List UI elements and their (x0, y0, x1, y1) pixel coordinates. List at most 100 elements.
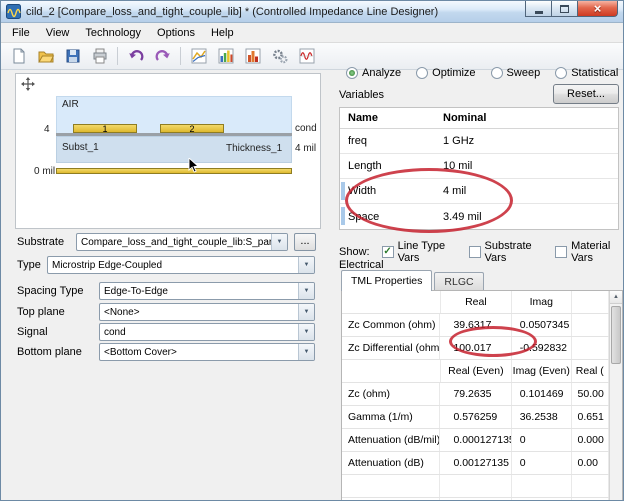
menu-options[interactable]: Options (149, 24, 203, 42)
checkbox-label: Substrate Vars (485, 240, 544, 264)
property-imag: 0.0507345 (512, 314, 572, 336)
save-icon[interactable] (60, 44, 85, 68)
analysis-mode-group: Analyze Optimize Sweep Statistical (346, 67, 618, 79)
vertical-scrollbar[interactable] (609, 291, 622, 501)
trace-1[interactable]: 1 (73, 124, 137, 133)
variables-table: Name Nominal freq 1 GHz Length 10 mil Wi… (339, 107, 619, 230)
substrate-name-label: Subst_1 (62, 142, 99, 153)
bottom-plane-label: Bottom plane (17, 346, 99, 358)
bottom-plane-select[interactable]: <Bottom Cover> (99, 343, 315, 361)
type-value: Microstrip Edge-Coupled (48, 260, 298, 271)
menu-help[interactable]: Help (203, 24, 242, 42)
chevron-down-icon (298, 257, 314, 273)
row-attenuation-db: Attenuation (dB) 0.00127135 0 0.00 (342, 452, 609, 475)
checkbox-label: Line Type Vars (398, 240, 457, 264)
property-imag: -0.592832 (512, 337, 572, 359)
variable-name: Space (340, 211, 435, 223)
scrollbar-thumb[interactable] (611, 306, 621, 364)
variable-nominal[interactable]: 1 GHz (435, 135, 618, 147)
electrical-tabs: TML Properties RLGC (341, 270, 486, 291)
toolbar-separator (117, 47, 118, 65)
spacing-type-select[interactable]: Edge-To-Edge (99, 282, 315, 300)
move-cursor-icon (21, 77, 35, 91)
settings-gears-icon[interactable] (267, 44, 292, 68)
tml-properties-table: Real Imag Zc Common (ohm) 39.6317 0.0507… (342, 291, 609, 501)
top-plane-value: <None> (100, 307, 298, 318)
maximize-button[interactable] (551, 1, 578, 17)
property-imag: 36.2538 (512, 406, 572, 428)
print-icon[interactable] (87, 44, 112, 68)
checkbox-line-type-vars[interactable]: Line Type Vars (382, 240, 457, 264)
property-extra (572, 314, 609, 336)
cross-section-canvas[interactable]: AIR 1 2 cond 4 Subst_1 Thickness_1 4 mil… (15, 73, 321, 229)
minimize-button[interactable] (525, 1, 552, 17)
bar-chart-icon[interactable] (213, 44, 238, 68)
variable-row-freq[interactable]: freq 1 GHz (340, 129, 618, 154)
bottom-cover[interactable] (56, 168, 292, 174)
minimize-icon (535, 11, 543, 14)
tab-tml-properties[interactable]: TML Properties (341, 270, 432, 291)
variable-nominal[interactable]: 10 mil (435, 160, 618, 172)
menu-view[interactable]: View (38, 24, 78, 42)
menu-technology[interactable]: Technology (77, 24, 149, 42)
histogram-icon[interactable] (240, 44, 265, 68)
bottom-plane-row: Bottom plane <Bottom Cover> (17, 343, 315, 361)
top-plane-select[interactable]: <None> (99, 303, 315, 321)
variable-nominal[interactable]: 3.49 mil (435, 211, 618, 223)
radio-optimize[interactable]: Optimize (416, 67, 475, 79)
checkbox-material-vars[interactable]: Material Vars (555, 240, 623, 264)
app-window: cild_2 [Compare_loss_and_tight_couple_li… (0, 0, 624, 501)
radio-sweep[interactable]: Sweep (491, 67, 541, 79)
radio-icon (416, 67, 428, 79)
open-icon[interactable] (33, 44, 58, 68)
app-icon (6, 4, 21, 19)
header-blank (342, 291, 441, 313)
variable-nominal[interactable]: 4 mil (435, 185, 618, 197)
property-real: 0.576259 (440, 406, 511, 428)
close-button[interactable] (577, 1, 618, 17)
column-header-name: Name (340, 112, 435, 124)
header-real: Real (441, 291, 512, 313)
substrate-select[interactable]: Compare_loss_and_tight_couple_lib:S_para… (76, 233, 288, 251)
waveform-icon[interactable] (294, 44, 319, 68)
undo-icon[interactable] (123, 44, 148, 68)
radio-statistical-label: Statistical (571, 67, 618, 79)
radio-analyze[interactable]: Analyze (346, 67, 401, 79)
variable-row-length[interactable]: Length 10 mil (340, 154, 618, 179)
header-imag: Imag (512, 291, 572, 313)
property-extra: 0.00 (572, 452, 609, 474)
property-real: 39.6317 (440, 314, 511, 336)
new-document-icon[interactable] (6, 44, 31, 68)
table-header-common: Real Imag (342, 291, 609, 314)
substrate-label: Substrate (17, 236, 76, 248)
height-label: 4 (44, 124, 50, 135)
spacing-type-label: Spacing Type (17, 285, 99, 297)
toolbar (1, 43, 623, 70)
reset-button[interactable]: Reset... (553, 84, 619, 104)
checkbox-substrate-vars[interactable]: Substrate Vars (469, 240, 544, 264)
radio-statistical[interactable]: Statistical (555, 67, 618, 79)
bottom-plane-value: <Bottom Cover> (100, 347, 298, 358)
table-row-partial (342, 475, 609, 498)
header-imag-even: Imag (Even) (512, 360, 572, 382)
property-imag: 0 (512, 429, 572, 451)
menu-file[interactable]: File (4, 24, 38, 42)
checkbox-icon (555, 246, 567, 258)
substrate-value: Compare_loss_and_tight_couple_lib:S_para… (77, 237, 271, 248)
variable-row-space[interactable]: Space 3.49 mil (340, 204, 618, 229)
scroll-up-icon[interactable] (610, 291, 622, 304)
substrate-browse-button[interactable]: ... (294, 233, 316, 251)
trace-2[interactable]: 2 (160, 124, 224, 133)
tab-rlgc[interactable]: RLGC (434, 272, 483, 291)
variable-row-width[interactable]: Width 4 mil (340, 179, 618, 204)
redo-icon[interactable] (150, 44, 175, 68)
property-extra: 0.000 (572, 429, 609, 451)
show-label: Show: (339, 246, 370, 258)
signal-select[interactable]: cond (99, 323, 315, 341)
type-select[interactable]: Microstrip Edge-Coupled (47, 256, 315, 274)
chevron-down-icon (298, 344, 314, 360)
checkbox-label: Material Vars (571, 240, 623, 264)
xy-plot-icon[interactable] (186, 44, 211, 68)
radio-icon (555, 67, 567, 79)
signal-value: cond (100, 327, 298, 338)
